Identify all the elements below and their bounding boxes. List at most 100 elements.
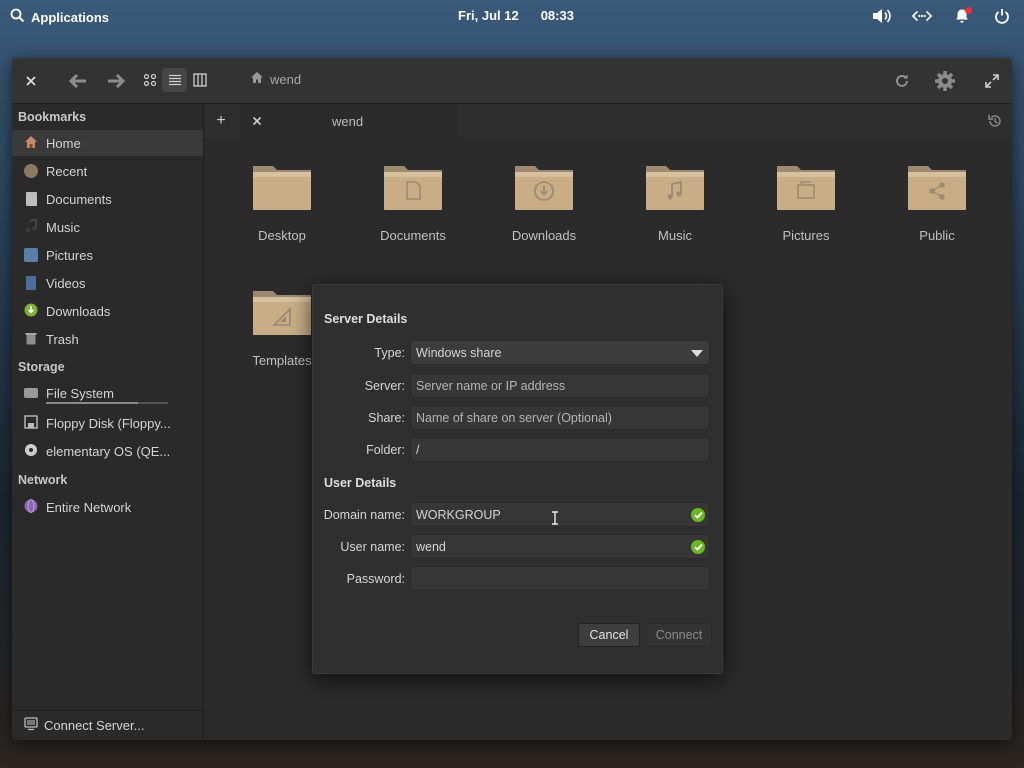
sidebar-item-label: Trash [46, 331, 79, 347]
password-input[interactable] [410, 566, 710, 591]
folder-item[interactable]: Downloads [494, 160, 594, 243]
date-label: Fri, Jul 12 [458, 8, 519, 23]
sidebar-item-label: elementary OS (QE... [46, 443, 171, 459]
server-placeholder: Server name or IP address [416, 378, 566, 393]
server-label: Server: [364, 379, 405, 393]
sidebar-item-recent[interactable]: Recent [12, 158, 203, 184]
sidebar: Bookmarks Home Recent Documents Music Pi… [12, 104, 204, 740]
top-panel: Applications Fri, Jul 12 08:33 [0, 0, 1024, 32]
sidebar-item-documents[interactable]: Documents [12, 186, 203, 212]
sidebar-item-optical[interactable]: elementary OS (QE... [12, 438, 203, 464]
pictures-icon [24, 248, 38, 262]
new-tab-icon[interactable]: + [212, 112, 230, 130]
domain-input[interactable]: WORKGROUP [410, 502, 710, 527]
type-select-value: Windows share [416, 345, 502, 360]
optical-disc-icon [24, 443, 38, 460]
connect-server-dialog: Server Details Type: Windows share Serve… [312, 284, 723, 674]
sidebar-item-label: Music [46, 219, 80, 235]
sidebar-item-entire-network[interactable]: Entire Network [12, 494, 203, 520]
connect-button[interactable]: Connect [646, 623, 712, 647]
folder-label: Public [919, 228, 955, 243]
maximize-icon[interactable] [982, 71, 1002, 91]
folder-item[interactable]: Music [625, 160, 725, 243]
sidebar-item-label: Videos [46, 275, 86, 291]
headerbar: wend [12, 58, 1012, 104]
history-icon[interactable] [986, 112, 1004, 130]
sidebar-item-videos[interactable]: Videos [12, 270, 203, 296]
downloads-icon [24, 303, 38, 320]
sidebar-item-pictures[interactable]: Pictures [12, 242, 203, 268]
settings-gear-icon[interactable] [932, 68, 958, 94]
domain-value: WORKGROUP [416, 507, 501, 522]
location-label: wend [270, 71, 302, 87]
tab-wend[interactable]: wend [240, 104, 458, 138]
reload-icon[interactable] [892, 71, 912, 91]
location-breadcrumb[interactable]: wend [250, 71, 301, 87]
folder-label: Desktop [258, 228, 306, 243]
folder-label: Pictures [782, 228, 830, 243]
connect-server-button[interactable]: Connect Server... [12, 710, 203, 740]
network-header: Network [18, 473, 68, 487]
type-select[interactable]: Windows share [410, 340, 710, 365]
sidebar-item-label: Recent [46, 163, 88, 179]
type-label: Type: [374, 346, 405, 360]
storage-header: Storage [18, 360, 65, 374]
folder-templates-icon [253, 291, 311, 335]
disk-usage-bar [46, 402, 168, 404]
close-window-icon[interactable] [22, 72, 40, 90]
sidebar-item-label: Documents [46, 191, 112, 207]
folder-public-icon [908, 166, 966, 210]
username-label: User name: [340, 540, 405, 554]
search-icon [10, 8, 25, 26]
documents-icon [25, 192, 37, 206]
sidebar-item-downloads[interactable]: Downloads [12, 298, 203, 324]
close-tab-icon[interactable] [248, 112, 266, 130]
share-input[interactable]: Name of share on server (Optional) [410, 405, 710, 430]
share-label: Share: [368, 411, 405, 425]
sidebar-item-label: File System [46, 385, 114, 401]
notification-badge [965, 7, 972, 14]
share-placeholder: Name of share on server (Optional) [416, 410, 612, 425]
sidebar-item-music[interactable]: Music [12, 214, 203, 240]
server-input[interactable]: Server name or IP address [410, 373, 710, 398]
applications-label: Applications [31, 9, 110, 25]
cancel-button[interactable]: Cancel [578, 623, 640, 647]
folder-icon [253, 166, 311, 210]
folder-documents-icon [384, 166, 442, 210]
sidebar-item-home[interactable]: Home [12, 130, 203, 156]
folder-input[interactable]: / [410, 437, 710, 462]
folder-item[interactable]: Pictures [756, 160, 856, 243]
datetime-indicator[interactable]: Fri, Jul 12 08:33 [458, 8, 574, 23]
icon-view-icon[interactable] [137, 68, 162, 92]
password-label: Password: [346, 572, 405, 586]
sidebar-item-trash[interactable]: Trash [12, 326, 203, 352]
sidebar-item-label: Downloads [46, 303, 111, 319]
sidebar-item-file-system[interactable]: File System [12, 380, 203, 406]
column-view-icon[interactable] [187, 68, 212, 92]
applications-menu[interactable]: Applications [10, 8, 109, 26]
folder-item[interactable]: Public [887, 160, 987, 243]
text-cursor-icon [551, 511, 559, 528]
sidebar-item-floppy[interactable]: Floppy Disk (Floppy... [12, 410, 203, 436]
tab-title: wend [332, 114, 364, 129]
server-details-header: Server Details [324, 312, 408, 326]
floppy-icon [24, 414, 38, 432]
sidebar-item-label: Home [46, 135, 81, 151]
power-icon[interactable] [992, 6, 1012, 26]
username-input[interactable]: wend [410, 534, 710, 559]
home-icon [250, 71, 264, 87]
harddisk-icon [24, 388, 38, 398]
indicators [872, 6, 1012, 26]
sidebar-item-label: Entire Network [46, 499, 132, 515]
tab-bar: + wend [204, 104, 1012, 138]
valid-check-icon [691, 540, 705, 554]
forward-icon[interactable] [104, 70, 128, 92]
network-icon[interactable] [912, 6, 932, 26]
folder-item[interactable]: Documents [363, 160, 463, 243]
volume-icon[interactable] [872, 6, 892, 26]
folder-item[interactable]: Desktop [232, 160, 332, 243]
network-globe-icon [24, 498, 38, 516]
back-icon[interactable] [66, 70, 90, 92]
notifications-icon[interactable] [952, 6, 972, 26]
list-view-icon[interactable] [162, 68, 187, 92]
